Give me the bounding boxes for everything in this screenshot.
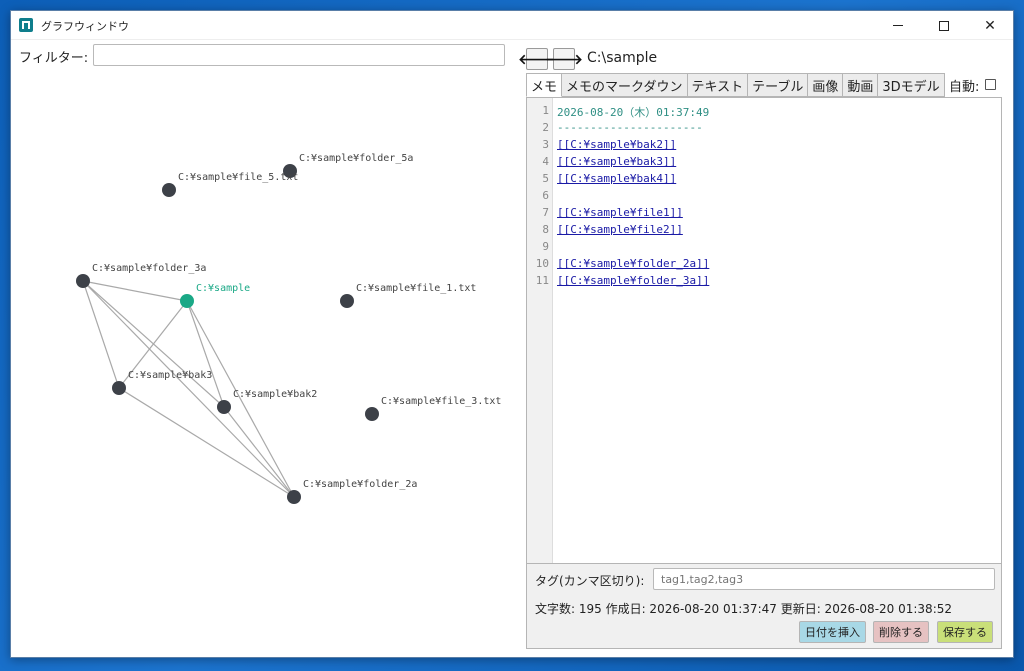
graph-node[interactable]: [76, 274, 90, 288]
tags-input[interactable]: [653, 568, 995, 590]
line-number: 11: [535, 274, 549, 287]
auto-label: 自動:: [949, 80, 980, 95]
memo-link[interactable]: [[C:¥sample¥bak2]]: [557, 138, 676, 151]
tab-1[interactable]: メモのマークダウン: [562, 73, 688, 97]
window-title: グラフウィンドウ: [41, 20, 129, 33]
graph-node-label: C:¥sample¥bak2: [233, 389, 317, 400]
graph-node[interactable]: [112, 381, 126, 395]
graph-node[interactable]: [340, 294, 354, 308]
memo-link[interactable]: [[C:¥sample¥folder_3a]]: [557, 274, 709, 287]
title-bar: グラフウィンドウ ✕: [11, 11, 1013, 40]
tab-2[interactable]: テキスト: [687, 73, 749, 97]
maximize-icon: [939, 20, 949, 31]
current-path: C:\sample: [587, 50, 658, 66]
memo-line: ----------------------: [557, 121, 703, 134]
tab-4[interactable]: 画像: [808, 73, 844, 97]
memo-footer: タグ(カンマ区切り): 文字数: 195 作成日: 2026-08-20 01:…: [526, 564, 1002, 649]
graph-node-label: C:¥sample: [196, 283, 250, 294]
graph-node-label: C:¥sample¥file_5.txt: [178, 172, 298, 183]
graph-window: グラフウィンドウ ✕ フィルター: C:¥sample C:¥sample¥fol…: [10, 10, 1014, 658]
delete-button[interactable]: 削除する: [873, 621, 929, 643]
line-number: 9: [542, 240, 549, 253]
memo-link[interactable]: [[C:¥sample¥file1]]: [557, 206, 683, 219]
memo-editor[interactable]: 1 2 3 4 5 6 7 8 9 10 11 2026-08-20（木）01:37:49 -----…: [526, 97, 1002, 564]
graph-node-label: C:¥sample¥bak3: [128, 370, 212, 381]
filter-input[interactable]: [93, 44, 505, 66]
line-number: 2: [542, 121, 549, 134]
tags-label: タグ(カンマ区切り):: [535, 574, 645, 588]
graph-node-label: C:¥sample¥file_1.txt: [356, 283, 476, 294]
graph-node-label: C:¥sample¥file_3.txt: [381, 396, 501, 407]
filter-label: フィルター:: [19, 51, 89, 66]
line-number: 7: [542, 206, 549, 219]
line-number: 6: [542, 189, 549, 202]
app-icon: [19, 18, 33, 32]
tab-5[interactable]: 動画: [843, 73, 879, 97]
line-number: 5: [542, 172, 549, 185]
graph-node[interactable]: [180, 294, 194, 308]
graph-node[interactable]: [217, 400, 231, 414]
close-icon: ✕: [984, 17, 996, 34]
tab-0[interactable]: メモ: [526, 73, 563, 97]
arrow-right-icon: 🡒: [545, 51, 583, 68]
line-number: 3: [542, 138, 549, 151]
memo-link[interactable]: [[C:¥sample¥bak4]]: [557, 172, 676, 185]
maximize-button[interactable]: [921, 11, 967, 40]
tab-6[interactable]: 3Dモデル: [878, 73, 945, 97]
memo-stats: 文字数: 195 作成日: 2026-08-20 01:37:47 更新日: 2…: [535, 602, 953, 616]
tab-3[interactable]: テーブル: [748, 73, 809, 97]
graph-edge: [223, 406, 295, 498]
graph-svg[interactable]: C:¥sampleC:¥sample¥folder_5aC:¥sample¥fi…: [11, 71, 523, 659]
save-button[interactable]: 保存する: [937, 621, 993, 643]
line-number: 10: [535, 257, 549, 270]
minimize-icon: [893, 25, 903, 26]
line-number: 8: [542, 223, 549, 236]
graph-node-label: C:¥sample¥folder_3a: [92, 263, 206, 274]
memo-link[interactable]: [[C:¥sample¥file2]]: [557, 223, 683, 236]
graph-node[interactable]: [365, 407, 379, 421]
line-number: 1: [542, 104, 549, 117]
memo-line: 2026-08-20（木）01:37:49: [557, 106, 710, 119]
graph-node-label: C:¥sample¥folder_2a: [303, 479, 417, 490]
line-number: 4: [542, 155, 549, 168]
graph-edge: [82, 280, 188, 302]
minimize-button[interactable]: [875, 11, 921, 40]
graph-canvas[interactable]: C:¥sample C:¥sample¥folder_5a C:¥sample¥fi…: [11, 71, 523, 659]
tab-bar: メモ メモのマークダウン テキスト テーブル 画像 動画 3Dモデル: [526, 73, 945, 97]
close-button[interactable]: ✕: [967, 11, 1013, 40]
graph-node[interactable]: [162, 183, 176, 197]
line-number-gutter: 1 2 3 4 5 6 7 8 9 10 11: [527, 98, 553, 563]
memo-link[interactable]: [[C:¥sample¥folder_2a]]: [557, 257, 709, 270]
graph-node-label: C:¥sample¥folder_5a: [299, 153, 413, 164]
graph-edge: [118, 387, 295, 498]
auto-checkbox[interactable]: [985, 79, 996, 90]
forward-button[interactable]: 🡒: [545, 48, 583, 70]
graph-node[interactable]: [287, 490, 301, 504]
memo-link[interactable]: [[C:¥sample¥bak3]]: [557, 155, 676, 168]
insert-date-button[interactable]: 日付を挿入: [799, 621, 866, 643]
